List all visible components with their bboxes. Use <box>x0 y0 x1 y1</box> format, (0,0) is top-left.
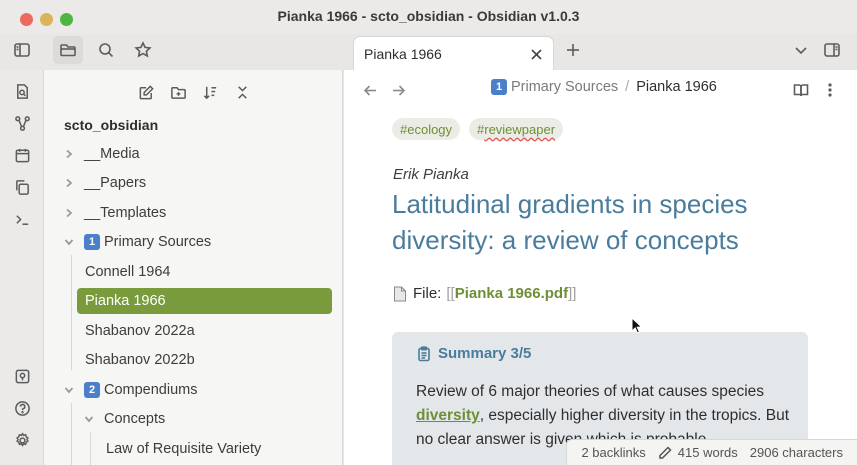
file-label: File: <box>413 285 442 302</box>
forward-arrow-icon[interactable] <box>386 78 410 102</box>
link-bracket-open: [[ <box>446 285 455 302</box>
pdf-file-link[interactable]: Pianka 1966.pdf <box>455 285 568 302</box>
status-bar: 2 backlinks 415 words 2906 characters <box>566 439 857 465</box>
tree-item-label: Shabanov 2022a <box>85 323 195 339</box>
tree-item-label: Primary Sources <box>104 234 212 250</box>
new-tab-icon[interactable] <box>558 36 588 64</box>
tree-file-pianka-1966[interactable]: Pianka 1966 <box>77 288 332 314</box>
close-tab-icon[interactable] <box>525 43 547 65</box>
mouse-cursor-icon <box>631 317 643 334</box>
indent-guide <box>90 432 91 465</box>
breadcrumb-current[interactable]: Pianka 1966 <box>636 79 717 95</box>
tree-folder-compendiums[interactable]: 2 Compendiums <box>62 377 198 403</box>
breadcrumb-separator: / <box>625 79 630 95</box>
collapse-all-icon[interactable] <box>230 80 254 104</box>
tree-item-label: __Templates <box>84 205 167 221</box>
chevron-right-icon <box>62 206 76 220</box>
sort-order-icon[interactable] <box>198 80 222 104</box>
link-bracket-close: ]] <box>568 285 577 302</box>
character-count: 2906 characters <box>749 445 843 460</box>
number-badge: 2 <box>84 382 100 398</box>
note-title: Latitudinal gradients in species diversi… <box>392 189 748 255</box>
indent-guide <box>71 403 72 465</box>
tag-ecology[interactable]: #ecology <box>392 118 461 140</box>
tree-item-label: Pianka 1966 <box>85 293 166 309</box>
file-link-line: File: [[ Pianka 1966.pdf ]] <box>393 285 576 302</box>
tree-item-label: __Papers <box>84 175 147 191</box>
callout-title: Summary 3/5 <box>438 345 532 362</box>
edit-pencil-icon[interactable] <box>658 445 672 460</box>
callout-text: Review of 6 major theories of what cause… <box>416 383 765 400</box>
file-explorer-actions <box>44 80 343 104</box>
tree-item-label: Connell 1964 <box>85 264 171 280</box>
window-title: Pianka 1966 - scto_obsidian - Obsidian v… <box>277 8 580 24</box>
breadcrumb: 1 Primary Sources / Pianka 1966 <box>491 79 717 95</box>
new-note-icon[interactable] <box>134 80 158 104</box>
chevron-right-icon <box>62 176 76 190</box>
search-icon[interactable] <box>91 36 121 64</box>
tab-label: Pianka 1966 <box>364 46 442 62</box>
number-badge: 1 <box>84 234 100 250</box>
terminal-icon[interactable] <box>10 207 34 231</box>
tree-item-label: Concepts <box>104 411 166 427</box>
settings-gear-icon[interactable] <box>10 428 34 452</box>
tree-folder-media[interactable]: __Media <box>62 141 140 167</box>
files-folder-icon[interactable] <box>53 36 83 64</box>
tab-list-chevron-icon[interactable] <box>786 36 816 64</box>
right-sidebar-toggle-icon[interactable] <box>817 36 847 64</box>
tree-item-label: Compendiums <box>104 382 198 398</box>
ribbon <box>0 70 44 465</box>
callout-header: Summary 3/5 <box>416 345 531 362</box>
vault-name: scto_obsidian <box>64 117 159 133</box>
quick-switcher-icon[interactable] <box>10 79 34 103</box>
bookmark-star-icon[interactable] <box>128 36 158 64</box>
vault-icon[interactable] <box>10 364 34 388</box>
chevron-down-icon <box>62 383 76 397</box>
tree-folder-primary-sources[interactable]: 1 Primary Sources <box>62 229 211 255</box>
tree-folder-templates[interactable]: __Templates <box>62 200 166 226</box>
chevron-right-icon <box>62 147 76 161</box>
title-bar: Pianka 1966 - scto_obsidian - Obsidian v… <box>0 0 857 34</box>
chevron-down-icon <box>82 412 96 426</box>
note-author: Erik Pianka <box>393 166 469 183</box>
tree-item-label: __Media <box>84 146 140 162</box>
document-file-icon <box>394 286 406 301</box>
calendar-icon[interactable] <box>10 143 34 167</box>
new-folder-icon[interactable] <box>166 80 190 104</box>
tree-file-shabanov-2022b[interactable]: Shabanov 2022b <box>85 347 195 373</box>
tree-item-label: Shabanov 2022b <box>85 352 195 368</box>
tree-folder-concepts[interactable]: Concepts <box>82 406 165 432</box>
more-options-icon[interactable] <box>818 78 842 102</box>
diversity-link[interactable]: diversity <box>416 407 480 424</box>
copy-icon[interactable] <box>10 175 34 199</box>
tree-file-shabanov-2022a[interactable]: Shabanov 2022a <box>85 318 195 344</box>
sidebar-toggle-icon[interactable] <box>7 36 37 64</box>
graph-view-icon[interactable] <box>10 111 34 135</box>
tag-reviewpaper[interactable]: #reviewpaper <box>469 118 564 140</box>
indent-guide <box>71 255 72 370</box>
editor-pane: 1 Primary Sources / Pianka 1966 #ecology… <box>344 70 857 465</box>
reading-view-book-icon[interactable] <box>789 78 813 102</box>
chevron-down-icon <box>62 235 76 249</box>
back-arrow-icon[interactable] <box>358 78 382 102</box>
tree-file-law-of-requisite-variety[interactable]: Law of Requisite Variety <box>106 436 261 462</box>
help-icon[interactable] <box>10 396 34 420</box>
clipboard-icon <box>418 345 430 361</box>
number-badge: 1 <box>491 79 507 95</box>
tag-text: #reviewpaper <box>477 121 556 137</box>
tree-file-connell-1964[interactable]: Connell 1964 <box>85 259 170 285</box>
tree-folder-papers[interactable]: __Papers <box>62 170 146 196</box>
breadcrumb-folder[interactable]: Primary Sources <box>511 79 618 95</box>
tab-pianka-1966[interactable]: Pianka 1966 <box>353 36 554 70</box>
backlinks-count[interactable]: 2 backlinks <box>581 445 645 460</box>
tree-item-label: Law of Requisite Variety <box>106 441 262 457</box>
file-explorer: scto_obsidian __Media __Papers __Templat… <box>44 70 343 465</box>
word-count: 415 words <box>677 445 738 460</box>
